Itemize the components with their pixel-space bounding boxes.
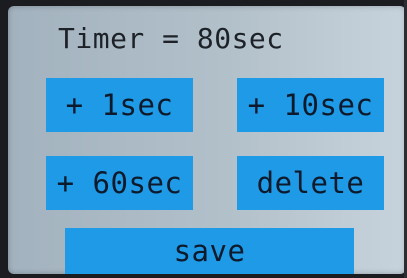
save-button[interactable]: save [65, 228, 354, 274]
timer-readout: Timer = 80sec [58, 22, 284, 55]
delete-button[interactable]: delete [237, 156, 384, 210]
add-10-seconds-button[interactable]: + 10sec [237, 78, 384, 132]
touch-screen: Timer = 80sec + 1sec + 10sec + 60sec del… [8, 6, 406, 274]
add-1-second-button[interactable]: + 1sec [46, 78, 193, 132]
add-60-seconds-button[interactable]: + 60sec [46, 156, 193, 210]
